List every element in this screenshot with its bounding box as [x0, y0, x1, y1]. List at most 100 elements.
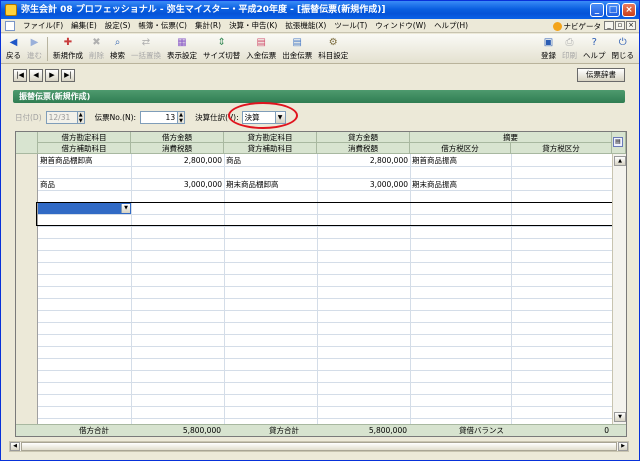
row-separator	[38, 322, 612, 323]
vertical-scrollbar[interactable]: ▲ ▼	[612, 154, 626, 424]
date-field[interactable]: 12/31	[45, 110, 78, 124]
header-credit-tax-class: 貸方税区分	[511, 143, 612, 154]
settlement-select[interactable]: 決算 ▼	[241, 110, 286, 124]
menu-window[interactable]: ウィンドウ(W)	[371, 20, 430, 31]
forward-button[interactable]: ▶ 進む	[24, 36, 45, 61]
slip-no-spinner[interactable]: ▲ ▼	[178, 110, 186, 124]
menu-books-slips[interactable]: 帳簿・伝票(C)	[134, 20, 191, 31]
last-record-button[interactable]: ▶|	[61, 68, 75, 82]
forward-arrow-icon: ▶	[30, 37, 39, 48]
row1-credit-account[interactable]: 商品	[224, 155, 317, 166]
menu-tools[interactable]: ツール(T)	[330, 20, 371, 31]
header-debit-account: 借方勘定科目	[38, 132, 131, 143]
scroll-down-icon[interactable]: ▼	[614, 412, 626, 422]
row-separator	[38, 394, 612, 395]
chevron-down-icon[interactable]: ▼	[275, 110, 286, 124]
close-window-button[interactable]: ×	[622, 3, 636, 17]
menu-settlement[interactable]: 決算・申告(K)	[225, 20, 281, 31]
row-separator	[38, 286, 612, 287]
back-arrow-icon: ◀	[9, 37, 18, 48]
withdrawal-slip-button[interactable]: ▤ 出金伝票	[279, 36, 315, 61]
row2-memo[interactable]: 期末商品振高	[410, 179, 612, 190]
scroll-thumb[interactable]	[21, 442, 617, 451]
register-icon: ▣	[543, 37, 554, 48]
next-record-button[interactable]: ▶	[45, 68, 59, 82]
deposit-slip-icon: ▤	[256, 37, 266, 48]
row-separator	[38, 274, 612, 275]
navigator-icon	[552, 21, 562, 31]
search-button[interactable]: ⌕ 検索	[107, 36, 128, 61]
debit-total-value: 5,800,000	[182, 426, 221, 435]
active-account-cell[interactable]: ▼	[38, 203, 131, 214]
maximize-button[interactable]: □	[606, 3, 620, 17]
printer-icon: ⎙	[565, 37, 574, 48]
horizontal-scrollbar[interactable]: ◀ ▶	[9, 441, 629, 452]
document-icon[interactable]	[5, 20, 15, 31]
size-switch-icon: ⇕	[217, 37, 226, 48]
yayoi-app-icon	[5, 4, 17, 16]
row1-memo[interactable]: 期首商品振高	[410, 155, 612, 166]
mdi-minimize-button[interactable]: _	[604, 21, 614, 30]
row-separator	[38, 298, 612, 299]
prev-record-button[interactable]: ◀	[29, 68, 43, 82]
col-divider	[410, 154, 411, 424]
mdi-restore-button[interactable]: ▫	[615, 21, 625, 30]
row1-debit-amount[interactable]: 2,800,000	[131, 155, 224, 166]
back-button[interactable]: ◀ 戻る	[3, 36, 24, 61]
row2-credit-amount[interactable]: 3,000,000	[317, 179, 410, 190]
menu-file[interactable]: ファイル(F)	[19, 20, 67, 31]
menu-edit[interactable]: 編集(E)	[67, 20, 101, 31]
scroll-right-icon[interactable]: ▶	[618, 442, 628, 451]
date-spinner[interactable]: ▲ ▼	[77, 110, 85, 124]
row1-debit-account[interactable]: 期首商品棚卸高	[38, 155, 131, 166]
scroll-left-icon[interactable]: ◀	[10, 442, 20, 451]
row2-debit-account[interactable]: 商品	[38, 179, 131, 190]
slip-no-field[interactable]: 13	[140, 110, 179, 124]
scroll-up-icon[interactable]: ▲	[614, 156, 626, 166]
display-settings-button[interactable]: ▦ 表示設定	[164, 36, 200, 61]
bulk-replace-button[interactable]: ⇄ 一括置換	[128, 36, 164, 61]
row-selector-column[interactable]	[16, 154, 38, 424]
deposit-slip-button[interactable]: ▤ 入金伝票	[243, 36, 279, 61]
row-separator	[38, 262, 612, 263]
mdi-close-button[interactable]: ×	[626, 21, 636, 30]
minimize-button[interactable]: _	[590, 3, 604, 17]
main-window: 弥生会計 08 プロフェッショナル - 弥生マイスター・平成20年度 - [振替…	[0, 0, 640, 461]
credit-total-label: 貸方合計	[269, 426, 299, 435]
col-divider	[511, 154, 512, 424]
toolbar-right-group: ▣ 登録 ⎙ 印刷 ? ヘルプ ⏻ 閉じる	[538, 36, 637, 61]
menu-summary[interactable]: 集計(R)	[191, 20, 225, 31]
header-debit-tax-class: 借方税区分	[410, 143, 511, 154]
row1-credit-amount[interactable]: 2,800,000	[317, 155, 410, 166]
new-button[interactable]: ✚ 新規作成	[50, 36, 86, 61]
close-button[interactable]: ⏻ 閉じる	[609, 36, 638, 61]
window-controls: _ □ ×	[590, 3, 636, 17]
slip-dictionary-button[interactable]: 伝票辞書	[577, 68, 625, 82]
print-button[interactable]: ⎙ 印刷	[559, 36, 580, 61]
row-separator	[38, 406, 612, 407]
header-credit-amount: 貸方金額	[317, 132, 410, 143]
navigator-toggle[interactable]: ナビゲータ	[552, 19, 601, 33]
menu-settings[interactable]: 設定(S)	[101, 20, 135, 31]
chevron-down-icon[interactable]: ▼	[121, 204, 130, 213]
size-switch-button[interactable]: ⇕ サイズ切替	[200, 36, 243, 61]
register-button[interactable]: ▣ 登録	[538, 36, 559, 61]
display-settings-icon: ▦	[177, 37, 187, 48]
status-bar	[1, 453, 639, 460]
row2-credit-account[interactable]: 期末商品棚卸高	[224, 179, 317, 190]
header-debit-tax: 消費税額	[131, 143, 224, 154]
header-debit-sub-account: 借方補助科目	[38, 143, 131, 154]
record-navigation: |◀ ◀ ▶ ▶| 伝票辞書	[1, 65, 639, 85]
menu-extensions[interactable]: 拡張機能(X)	[281, 20, 330, 31]
withdrawal-slip-icon: ▤	[292, 37, 302, 48]
title-bar[interactable]: 弥生会計 08 プロフェッショナル - 弥生マイスター・平成20年度 - [振替…	[1, 1, 639, 19]
help-button[interactable]: ? ヘルプ	[580, 36, 609, 61]
first-record-button[interactable]: |◀	[13, 68, 27, 82]
account-settings-button[interactable]: ⚙ 科目設定	[315, 36, 351, 61]
delete-button[interactable]: ✖ 削除	[86, 36, 107, 61]
row-separator	[38, 418, 612, 419]
header-memo-button[interactable]: ▤	[612, 132, 626, 154]
menu-help[interactable]: ヘルプ(H)	[430, 20, 472, 31]
search-icon: ⌕	[114, 37, 121, 48]
row2-debit-amount[interactable]: 3,000,000	[131, 179, 224, 190]
